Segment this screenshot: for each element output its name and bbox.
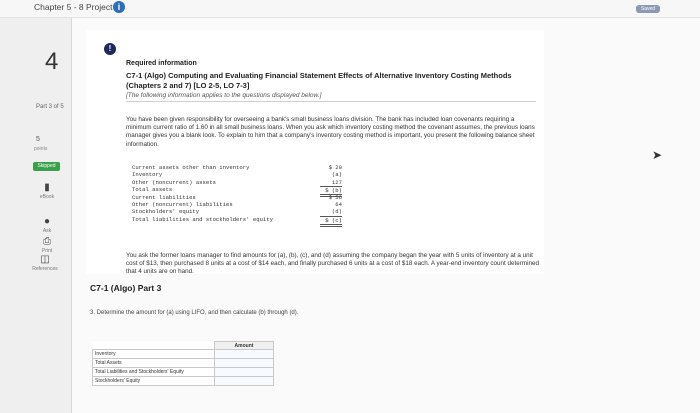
- mouse-cursor-icon: ➤: [652, 148, 663, 162]
- inventory-amount-input[interactable]: [214, 349, 274, 359]
- references-label: References: [32, 266, 58, 272]
- part-title: C7-1 (Algo) Part 3: [90, 283, 162, 293]
- balance-sheet-row: Other (noncurrent) liabilities 64: [132, 200, 342, 208]
- balance-sheet: Current assets other than inventory $ 20 …: [132, 164, 342, 227]
- row-label: Inventory: [92, 349, 215, 359]
- part-instruction: 3. Determine the amount for (a) using LI…: [90, 310, 299, 316]
- ebook-icon: ▮: [44, 182, 50, 193]
- top-bar: Chapter 5 - 8 Project i Saved: [0, 0, 700, 18]
- balance-sheet-row: Inventory (a): [132, 171, 342, 179]
- total-liabilities-equity-amount-input[interactable]: [214, 367, 274, 377]
- part-indicator: Part 3 of 5: [36, 104, 64, 110]
- app-root: Chapter 5 - 8 Project i Saved 4 Part 3 o…: [0, 0, 700, 413]
- ebook-button[interactable]: ▮ eBook: [32, 182, 62, 200]
- references-button[interactable]: ◫ References: [30, 254, 60, 272]
- status-badge: Skipped: [33, 162, 60, 171]
- balance-sheet-row: Stockholders' equity (d): [132, 208, 342, 216]
- row-label: Stockholders' Equity: [92, 376, 215, 386]
- required-info-panel: ! Required information C7-1 (Algo) Compu…: [86, 30, 544, 276]
- total-assets-amount-input[interactable]: [214, 358, 274, 368]
- answer-table: Amount Inventory Total Assets Total Liab…: [92, 341, 274, 386]
- points-label: points: [34, 146, 48, 152]
- problem-paragraph-2: You ask the former loans manager to find…: [126, 252, 540, 276]
- print-icon: ⎙: [43, 236, 51, 247]
- problem-heading: C7-1 (Algo) Computing and Evaluating Fin…: [126, 71, 512, 90]
- table-row: Inventory: [92, 349, 274, 359]
- divider: [126, 101, 536, 102]
- required-info-label: Required information: [126, 60, 197, 67]
- saved-indicator: Saved: [636, 5, 660, 13]
- problem-paragraph-1: You have been given responsibility for o…: [126, 116, 535, 148]
- balance-sheet-row: Current liabilities $ 56: [132, 193, 342, 201]
- stockholders-equity-amount-input[interactable]: [214, 376, 274, 386]
- ask-icon: ●: [43, 216, 51, 227]
- table-corner: [92, 341, 215, 350]
- question-number: 4: [45, 48, 59, 75]
- table-row: Total Liabilities and Stockholders' Equi…: [92, 367, 274, 377]
- ask-button[interactable]: ● Ask: [32, 216, 62, 234]
- balance-sheet-row: Total assets $ (b): [132, 186, 342, 198]
- references-icon: ◫: [40, 254, 50, 265]
- table-row: Stockholders' Equity: [92, 376, 274, 386]
- row-label: Total Assets: [92, 358, 215, 368]
- question-sidebar: 4 Part 3 of 5 5 points Skipped ▮ eBook ●…: [0, 18, 72, 413]
- table-row: Total Assets: [92, 358, 274, 368]
- problem-note: [The following information applies to th…: [126, 92, 322, 99]
- main-content: ! Required information C7-1 (Algo) Compu…: [72, 18, 700, 413]
- balance-sheet-row: Current assets other than inventory $ 20: [132, 164, 342, 171]
- row-label: Total Liabilities and Stockholders' Equi…: [92, 367, 215, 377]
- ebook-label: eBook: [39, 194, 55, 200]
- alert-icon: !: [104, 43, 116, 55]
- assignment-title: Chapter 5 - 8 Project: [34, 2, 113, 12]
- balance-sheet-row: Total liabilities and stockholders' equi…: [132, 215, 342, 227]
- ask-label: Ask: [42, 228, 52, 234]
- points-value: 5: [36, 136, 40, 143]
- print-button[interactable]: ⎙ Print: [32, 236, 62, 254]
- amount-header: Amount: [214, 341, 274, 350]
- balance-sheet-row: Other (noncurrent) assets 127: [132, 178, 342, 186]
- info-icon[interactable]: i: [113, 1, 125, 13]
